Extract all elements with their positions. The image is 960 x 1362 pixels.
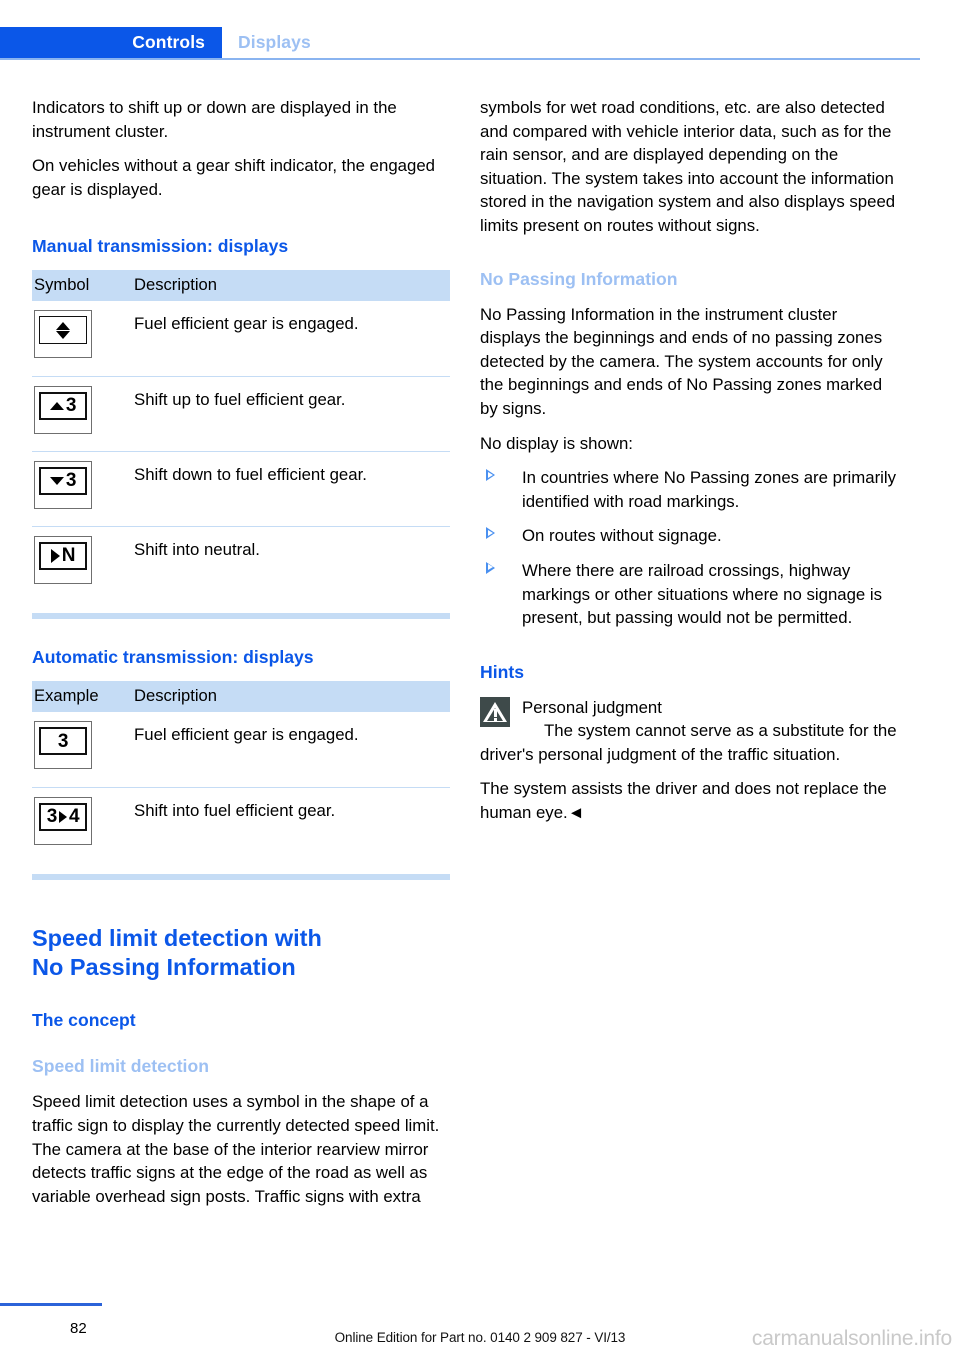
symbol-cell: 3: [32, 375, 124, 452]
list-item: In countries where No Passing zones are …: [480, 466, 898, 513]
page-title-line-2: No Passing Information: [32, 954, 296, 981]
table-header-row: Symbol Description: [32, 270, 450, 302]
tab-controls[interactable]: Controls: [0, 27, 222, 58]
symbol-cell: 3: [32, 450, 124, 527]
no-display-bullet-list: In countries where No Passing zones are …: [480, 466, 898, 630]
tab-displays[interactable]: Displays: [238, 27, 311, 58]
table-header-row: Example Description: [32, 681, 450, 713]
gear-updown-icon: [34, 310, 92, 359]
right-column: symbols for wet road conditions, etc. ar…: [480, 96, 898, 825]
table-row: Fuel efficient gear is engaged.: [32, 301, 450, 376]
heading-automatic-transmission: Automatic transmission: displays: [32, 647, 314, 668]
arrow-right-icon: [50, 548, 60, 563]
gear-number: 3: [57, 730, 69, 752]
warning-triangle-icon: [480, 696, 510, 727]
triangle-bullet-icon: [486, 561, 495, 574]
column-header-description: Description: [124, 681, 450, 713]
description-cell: Shift into neutral.: [124, 525, 450, 602]
warning-block: Personal judgment The system cannot serv…: [480, 696, 898, 825]
neutral-letter: N: [61, 545, 76, 567]
watermark: carmanualsonline.info: [751, 1327, 952, 1350]
table-row: 3 Shift down to fuel efficient gear.: [32, 450, 450, 527]
page-title-line-1: Speed limit detection with: [32, 925, 322, 952]
description-cell: Fuel efficient gear is engaged.: [134, 725, 359, 745]
page-header: Controls Displays: [0, 27, 960, 59]
speed-limit-detection-paragraph: Speed limit detection uses a symbol in t…: [32, 1092, 440, 1206]
manual-transmission-table: Symbol Description Fuel efficient gear i…: [32, 270, 450, 602]
gear-number: 3: [65, 395, 77, 417]
gear-3-icon: 3: [34, 721, 92, 770]
heading-the-concept: The concept: [32, 1010, 136, 1031]
list-item: Where there are railroad crossings, high…: [480, 559, 898, 630]
warning-body: The system cannot serve as a substitute …: [480, 721, 897, 764]
warning-title: Personal judgment: [522, 697, 662, 717]
table-row: 3 Fuel efficient gear is engaged.: [32, 712, 450, 787]
heading-hints: Hints: [480, 661, 524, 682]
arrow-down-icon: [49, 476, 64, 485]
no-display-lead: No display is shown:: [480, 433, 633, 453]
symbol-cell: [32, 301, 124, 376]
intro-paragraph-1: Indicators to shift up or down are displ…: [32, 98, 397, 141]
automatic-transmission-table: Example Description 3 Fuel efficient gea…: [32, 681, 450, 863]
heading-manual-transmission: Manual transmission: displays: [32, 236, 289, 257]
column-header-example: Example: [32, 681, 124, 713]
triangle-bullet-icon: [486, 469, 495, 482]
shift-up-3-icon: 3: [34, 385, 92, 434]
symbol-cell: 3: [32, 712, 124, 787]
header-divider: [0, 58, 920, 60]
intro-paragraph-2: On vehicles without a gear shift indicat…: [32, 156, 436, 199]
heading-no-passing-information: No Passing Information: [480, 268, 678, 289]
heading-speed-limit-detection: Speed limit detection: [32, 1056, 209, 1077]
continued-paragraph: symbols for wet road conditions, etc. ar…: [480, 98, 896, 235]
up-down-arrows-icon: [56, 321, 70, 339]
footer-divider: [0, 1303, 102, 1306]
list-item-text: In countries where No Passing zones are …: [522, 468, 897, 511]
table-row: 3 4 Shift into fuel efficient gear.: [32, 786, 450, 863]
warning-tail: The system assists the driver and does n…: [480, 779, 887, 823]
list-item-text: Where there are railroad crossings, high…: [522, 560, 883, 628]
table-row: N Shift into neutral.: [32, 525, 450, 602]
description-cell: Shift down to fuel efficient gear.: [124, 450, 450, 527]
shift-neutral-icon: N: [34, 535, 92, 584]
shift-down-3-icon: 3: [34, 460, 92, 509]
gear-to-number: 4: [69, 806, 80, 828]
description-cell: Shift up to fuel efficient gear.: [124, 375, 450, 452]
gear-from-number: 3: [46, 806, 58, 828]
arrow-right-icon: [59, 810, 67, 823]
column-header-symbol: Symbol: [32, 270, 124, 302]
list-item-text: On routes without signage.: [522, 526, 722, 546]
arrow-up-icon: [49, 401, 64, 410]
left-column: Indicators to shift up or down are displ…: [32, 96, 450, 1208]
gear-3-to-4-icon: 3 4: [34, 796, 92, 845]
description-cell: Shift into fuel efficient gear.: [124, 786, 450, 863]
triangle-bullet-icon: [486, 527, 495, 540]
description-cell: Fuel efficient gear is engaged.: [134, 314, 359, 334]
symbol-cell: 3 4: [32, 786, 124, 863]
table-row: 3 Shift up to fuel efficient gear.: [32, 375, 450, 452]
gear-number: 3: [65, 470, 77, 492]
list-item: On routes without signage.: [480, 524, 898, 548]
column-header-description: Description: [124, 270, 450, 302]
symbol-cell: N: [32, 525, 124, 602]
no-passing-paragraph: No Passing Information in the instrument…: [480, 304, 883, 418]
